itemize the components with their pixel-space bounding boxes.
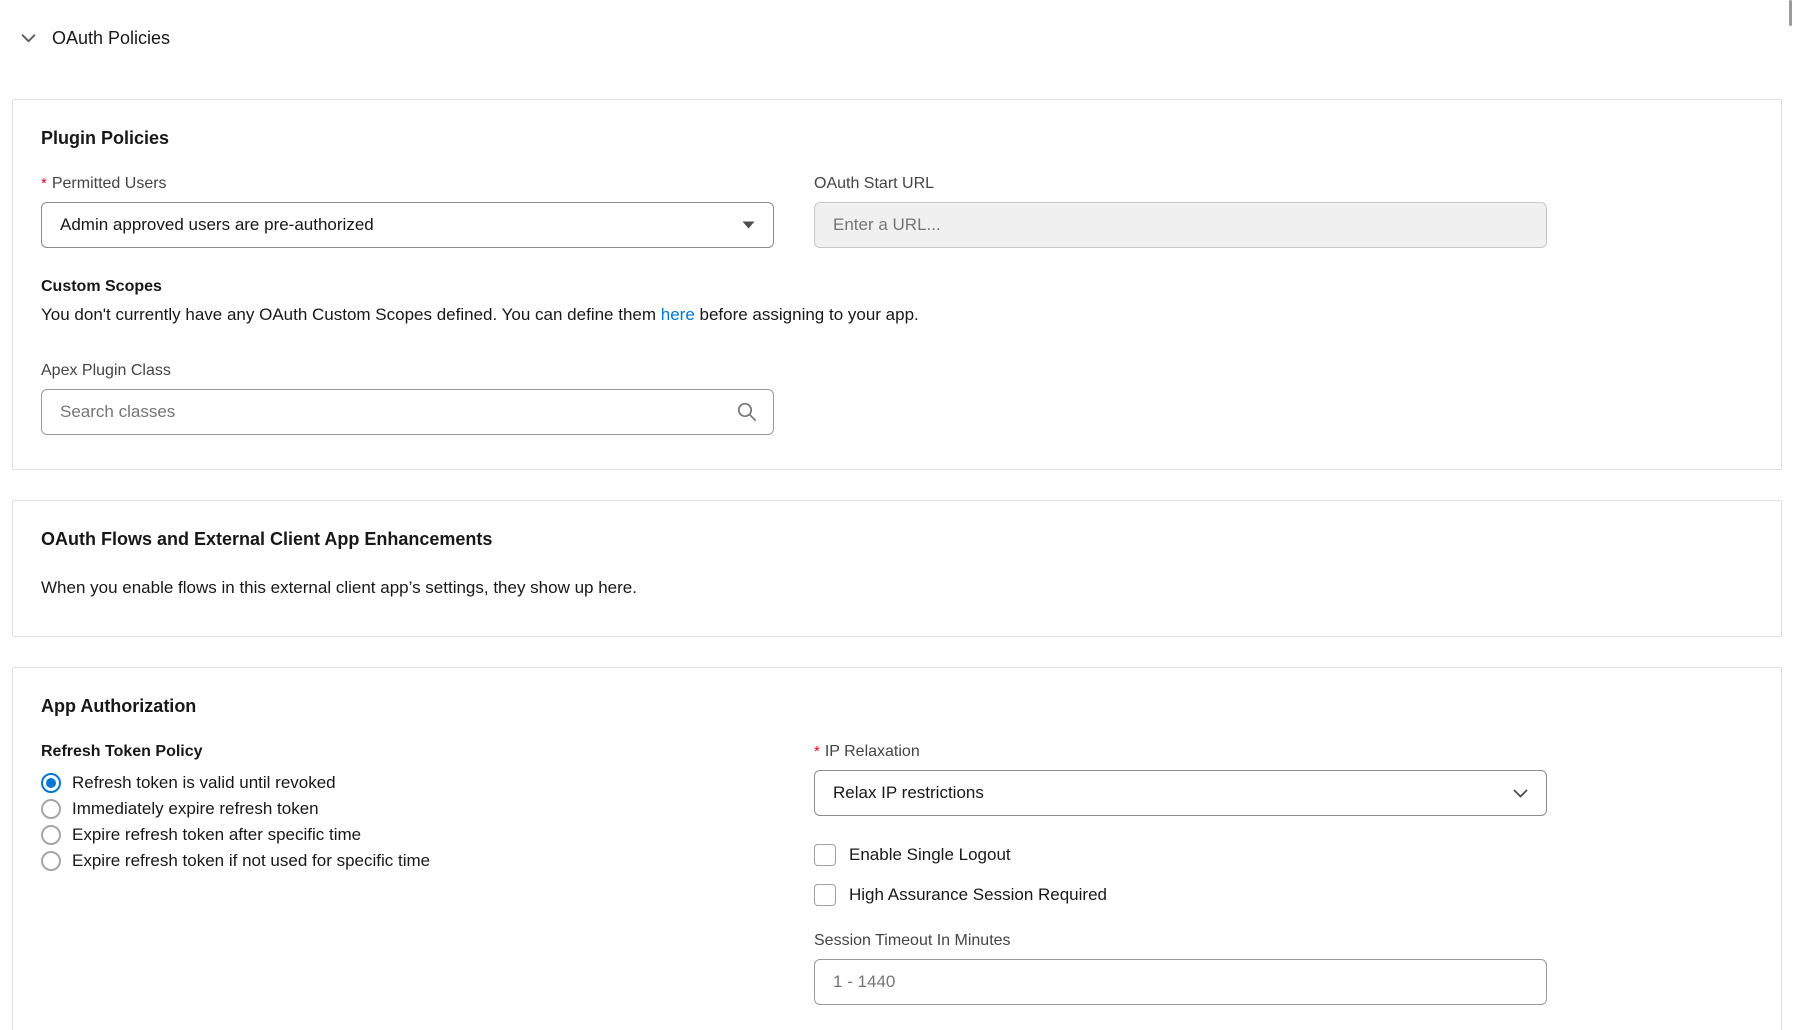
- radio-label: Refresh token is valid until revoked: [72, 773, 336, 793]
- app-authorization-card: App Authorization Refresh Token Policy R…: [12, 667, 1782, 1030]
- refresh-token-policy-label: Refresh Token Policy: [41, 743, 774, 761]
- session-timeout-label: Session Timeout In Minutes: [814, 932, 1547, 950]
- radio-selected-icon: [41, 773, 61, 793]
- section-header-oauth-policies[interactable]: OAuth Policies: [0, 0, 170, 49]
- chevron-down-icon: [20, 30, 37, 47]
- radio-expire-if-unused[interactable]: Expire refresh token if not used for spe…: [41, 848, 430, 874]
- radio-unselected-icon: [41, 825, 61, 845]
- chevron-down-icon: [1513, 789, 1528, 798]
- required-asterisk: *: [814, 743, 820, 760]
- oauth-start-url-label: OAuth Start URL: [814, 175, 1547, 193]
- radio-valid-until-revoked[interactable]: Refresh token is valid until revoked: [41, 770, 336, 796]
- apex-class-search-input[interactable]: [41, 389, 774, 435]
- oauth-policies-page: OAuth Policies Plugin Policies * Permitte…: [0, 0, 1794, 1030]
- ip-relaxation-label: * IP Relaxation: [814, 743, 1547, 761]
- checkbox-icon: [814, 844, 836, 866]
- checkbox-high-assurance-session[interactable]: High Assurance Session Required: [814, 884, 1107, 906]
- permitted-users-label: * Permitted Users: [41, 175, 774, 193]
- checkbox-enable-single-logout[interactable]: Enable Single Logout: [814, 844, 1011, 866]
- plugin-policies-card: Plugin Policies * Permitted Users Admin a…: [12, 99, 1782, 470]
- radio-label: Expire refresh token after specific time: [72, 825, 361, 845]
- plugin-policies-heading: Plugin Policies: [41, 128, 1753, 149]
- scrollbar-thumb[interactable]: [1789, 0, 1792, 26]
- permitted-users-value: Admin approved users are pre-authorized: [60, 215, 374, 235]
- define-scopes-link[interactable]: here: [661, 305, 695, 324]
- radio-unselected-icon: [41, 851, 61, 871]
- required-asterisk: *: [41, 175, 47, 192]
- custom-scopes-text: You don't currently have any OAuth Custo…: [41, 303, 1753, 328]
- oauth-start-url-input[interactable]: [814, 202, 1547, 248]
- custom-scopes-text-after: before assigning to your app.: [695, 305, 919, 324]
- oauth-flows-heading: OAuth Flows and External Client App Enha…: [41, 529, 1753, 550]
- custom-scopes-text-before: You don't currently have any OAuth Custo…: [41, 305, 661, 324]
- checkbox-label: Enable Single Logout: [849, 845, 1011, 865]
- ip-relaxation-label-text: IP Relaxation: [825, 743, 920, 760]
- checkbox-icon: [814, 884, 836, 906]
- radio-label: Immediately expire refresh token: [72, 799, 319, 819]
- oauth-flows-description: When you enable flows in this external c…: [41, 576, 1753, 601]
- app-authorization-heading: App Authorization: [41, 696, 1753, 717]
- apex-plugin-class-label: Apex Plugin Class: [41, 362, 1753, 380]
- ip-relaxation-select[interactable]: Relax IP restrictions: [814, 770, 1547, 816]
- checkbox-label: High Assurance Session Required: [849, 885, 1107, 905]
- permitted-users-label-text: Permitted Users: [52, 175, 167, 192]
- radio-unselected-icon: [41, 799, 61, 819]
- session-timeout-input[interactable]: [814, 959, 1547, 1005]
- section-title: OAuth Policies: [52, 28, 170, 49]
- ip-relaxation-value: Relax IP restrictions: [833, 783, 984, 803]
- radio-immediately-expire[interactable]: Immediately expire refresh token: [41, 796, 319, 822]
- apex-class-search: [41, 389, 774, 435]
- permitted-users-select[interactable]: Admin approved users are pre-authorized: [41, 202, 774, 248]
- radio-label: Expire refresh token if not used for spe…: [72, 851, 430, 871]
- custom-scopes-label: Custom Scopes: [41, 278, 1753, 296]
- radio-expire-after-time[interactable]: Expire refresh token after specific time: [41, 822, 361, 848]
- oauth-flows-card: OAuth Flows and External Client App Enha…: [12, 500, 1782, 638]
- caret-down-icon: [742, 221, 755, 229]
